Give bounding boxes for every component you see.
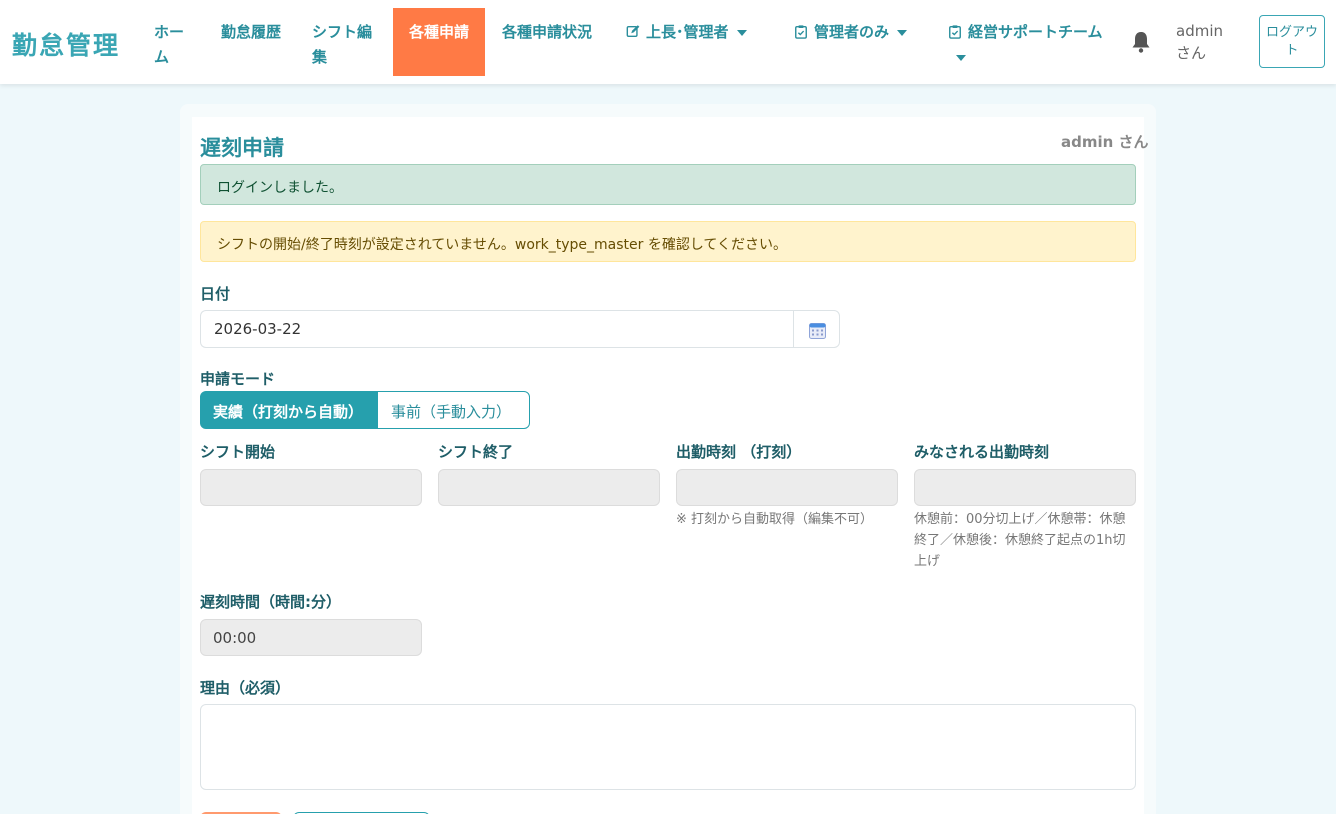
top-navbar: 勤怠管理 ホーム 勤怠履歴 シフト編集 各種申請 各種申請状況 上長･管理者 管… [0,0,1336,84]
reason-textarea[interactable] [200,704,1136,790]
nav-request-status[interactable]: 各種申請状況 [502,8,598,76]
mode-label: 申請モード [200,370,276,388]
late-time-field: 00:00 [200,619,422,656]
navbar-user-name: admin さん [1176,22,1223,62]
clock-in-help: ※ 打刻から自動取得（編集不可） [676,512,874,527]
mode-advance-button[interactable]: 事前（手動入力） [377,391,530,429]
calendar-button[interactable] [793,310,840,348]
nav-attendance-history[interactable]: 勤怠履歴 [221,8,283,76]
nav-requests[interactable]: 各種申請 [393,8,485,76]
deemed-clock-in-help: 休憩前：00分切上げ／休憩帯：休憩終了／休憩後：休憩終了起点の1h切上げ [914,512,1126,569]
bell-icon[interactable] [1130,30,1152,54]
reason-label: 理由（必須） [200,679,291,697]
shift-end-label: シフト終了 [438,443,514,461]
nav-shift-edit[interactable]: シフト編集 [312,8,374,76]
nav-home[interactable]: ホーム [154,8,194,76]
shift-warning-alert: シフトの開始/終了時刻が設定されていません。work_type_master を… [200,221,1136,262]
chevron-down-icon [956,54,966,61]
clock-in-field [676,469,898,506]
card-user-name: admin さん [1061,133,1149,151]
mode-actual-button[interactable]: 実績（打刻から自動） [200,391,378,429]
clipboard-check-icon [949,25,961,39]
edit-icon [626,25,640,38]
nav-manager-dropdown[interactable]: 上長･管理者 [626,8,766,76]
date-input[interactable]: 2026-03-22 [200,310,794,348]
chevron-down-icon [897,29,908,36]
deemed-clock-in-label: みなされる出勤時刻 [914,443,1050,461]
calendar-icon [809,323,826,339]
clipboard-check-icon [795,25,807,39]
clock-in-label: 出勤時刻 （打刻） [676,443,802,461]
page-title: 遅刻申請 [200,136,284,160]
date-label: 日付 [200,285,231,303]
nav-support-team-dropdown[interactable]: 経営サポートチーム [948,8,1118,76]
deemed-clock-in-field [914,469,1136,506]
nav-manager-label: 上長･管理者 [646,23,729,41]
nav-support-team-label: 経営サポートチーム [968,23,1103,41]
late-time-label: 遅刻時間（時間:分） [200,593,341,611]
shift-start-label: シフト開始 [200,443,276,461]
shift-end-field [438,469,660,506]
nav-admin-label: 管理者のみ [814,23,890,41]
nav-admin-dropdown[interactable]: 管理者のみ [794,8,918,76]
login-success-alert: ログインしました。 [200,164,1136,205]
brand-logo[interactable]: 勤怠管理 [12,26,120,62]
shift-start-field [200,469,422,506]
logout-button[interactable]: ログアウト [1259,15,1325,68]
chevron-down-icon [736,29,747,36]
